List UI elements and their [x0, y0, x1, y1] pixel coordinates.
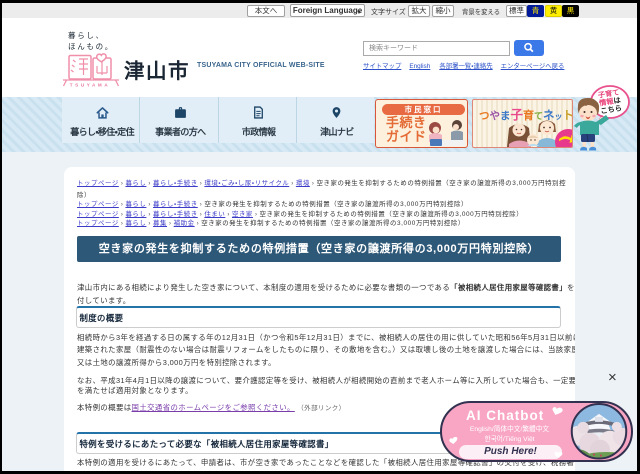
- svg-text:TSUYAMA: TSUYAMA: [70, 83, 111, 88]
